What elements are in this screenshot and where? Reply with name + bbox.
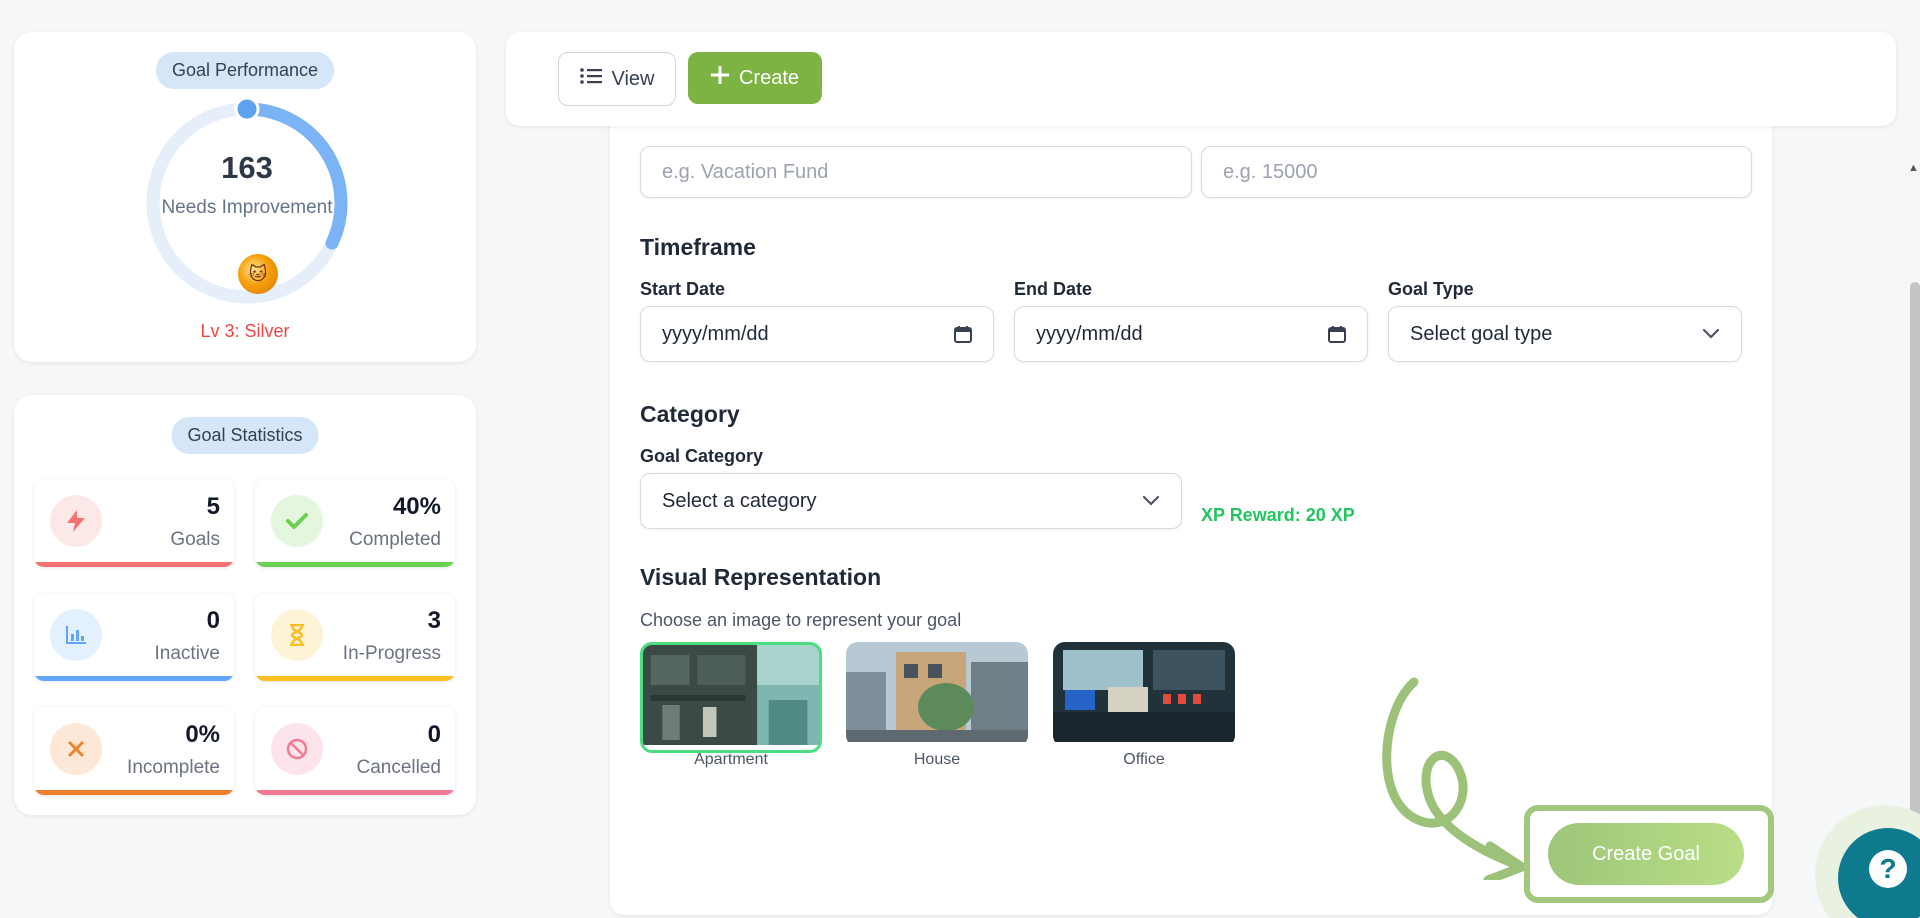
stat-value: 0 <box>427 721 441 748</box>
image-option-label: House <box>913 751 961 768</box>
start-date-input[interactable]: yyyy/mm/dd <box>640 306 994 362</box>
stat-bar <box>255 676 455 681</box>
create-goal-form: e.g. Vacation Fund e.g. 15000 Timeframe … <box>610 100 1772 915</box>
stat-label: Incomplete <box>127 757 220 778</box>
stat-bar <box>34 790 234 795</box>
calendar-icon[interactable] <box>1328 325 1346 343</box>
goal-statistics-title: Goal Statistics <box>171 417 319 454</box>
goal-amount-input[interactable]: e.g. 15000 <box>1201 146 1752 198</box>
x-icon <box>50 723 102 775</box>
image-option-apartment[interactable] <box>640 642 822 753</box>
stat-label: Completed <box>349 529 441 550</box>
chevron-down-icon <box>1142 495 1160 507</box>
start-date-label: Start Date <box>640 279 726 299</box>
question-icon: ? <box>1869 850 1907 888</box>
apartment-image <box>643 645 819 745</box>
annotation-arrow <box>1382 677 1527 880</box>
visual-helper-text: Choose an image to represent your goal <box>640 610 962 630</box>
category-title: Category <box>640 401 740 427</box>
stat-label: Inactive <box>154 643 220 664</box>
goal-performance-title: Goal Performance <box>155 52 335 89</box>
goal-type-select[interactable]: Select goal type <box>1388 306 1742 362</box>
performance-gauge: 163 Needs Improvement 🐱 <box>142 98 352 308</box>
stat-value: 0% <box>185 721 220 748</box>
performance-score: 163 <box>221 150 273 185</box>
end-date-label: End Date <box>1014 279 1093 299</box>
goal-category-select[interactable]: Select a category <box>640 473 1182 529</box>
stat-bar <box>34 676 234 681</box>
check-icon <box>271 495 323 547</box>
ban-icon <box>271 723 323 775</box>
stat-label: In-Progress <box>342 643 441 664</box>
stat-cancelled: 0 Cancelled <box>255 707 455 795</box>
chevron-down-icon <box>1702 328 1720 340</box>
stat-completed: 40% Completed <box>255 479 455 567</box>
create-goal-button[interactable]: Create Goal <box>1548 823 1744 885</box>
hourglass-icon <box>271 609 323 661</box>
stat-label: Goals <box>170 529 220 550</box>
goal-category-value: Select a category <box>662 489 817 512</box>
list-icon <box>579 67 602 91</box>
top-toolbar: View Create <box>506 32 1896 126</box>
gauge-knob <box>234 98 260 122</box>
stat-incomplete: 0% Incomplete <box>34 707 234 795</box>
create-button-label: Create <box>738 66 800 89</box>
calendar-icon[interactable] <box>954 325 972 343</box>
stat-bar <box>255 790 455 795</box>
stat-in-progress: 3 In-Progress <box>255 593 455 681</box>
start-date-value: yyyy/mm/dd <box>662 322 769 345</box>
image-option-office[interactable] <box>1053 642 1235 747</box>
stat-value: 40% <box>392 493 441 520</box>
goal-name-input[interactable]: e.g. Vacation Fund <box>640 146 1192 198</box>
view-button[interactable]: View <box>558 52 676 106</box>
visual-representation-title: Visual Representation <box>640 564 882 590</box>
image-option-house[interactable] <box>846 642 1028 747</box>
stat-inactive: 0 Inactive <box>34 593 234 681</box>
stat-goals: 5 Goals <box>34 479 234 567</box>
stat-value: 5 <box>206 493 220 520</box>
stat-bar <box>255 562 455 567</box>
create-button[interactable]: Create <box>688 52 822 104</box>
performance-status: Needs Improvement <box>161 197 333 218</box>
stat-bar <box>34 562 234 567</box>
goal-category-label: Goal Category <box>640 446 764 466</box>
office-image <box>1053 642 1235 742</box>
avatar-icon: 🐱 <box>238 254 278 294</box>
xp-reward: XP Reward: 20 XP <box>1201 505 1355 525</box>
goal-performance-card: Goal Performance 163 Needs Improvement 🐱… <box>14 32 476 362</box>
end-date-input[interactable]: yyyy/mm/dd <box>1014 306 1368 362</box>
level-label: Lv 3: Silver <box>200 321 290 341</box>
end-date-value: yyyy/mm/dd <box>1036 322 1143 345</box>
view-button-label: View <box>611 67 655 90</box>
image-option-label: Office <box>1123 751 1165 768</box>
stat-value: 3 <box>427 607 441 634</box>
stat-value: 0 <box>206 607 220 634</box>
stat-label: Cancelled <box>356 757 442 778</box>
image-option-label: Apartment <box>694 751 768 768</box>
house-image <box>846 642 1028 742</box>
scroll-up-arrow-icon[interactable]: ▲ <box>1908 162 1919 174</box>
bar-chart-icon <box>50 609 102 661</box>
timeframe-title: Timeframe <box>640 234 756 260</box>
plus-icon <box>710 65 730 90</box>
goal-type-value: Select goal type <box>1410 322 1553 345</box>
bolt-icon <box>50 495 102 547</box>
goal-type-label: Goal Type <box>1388 279 1474 299</box>
goal-statistics-card: Goal Statistics 5 Goals 40% Completed 0 … <box>14 395 476 815</box>
